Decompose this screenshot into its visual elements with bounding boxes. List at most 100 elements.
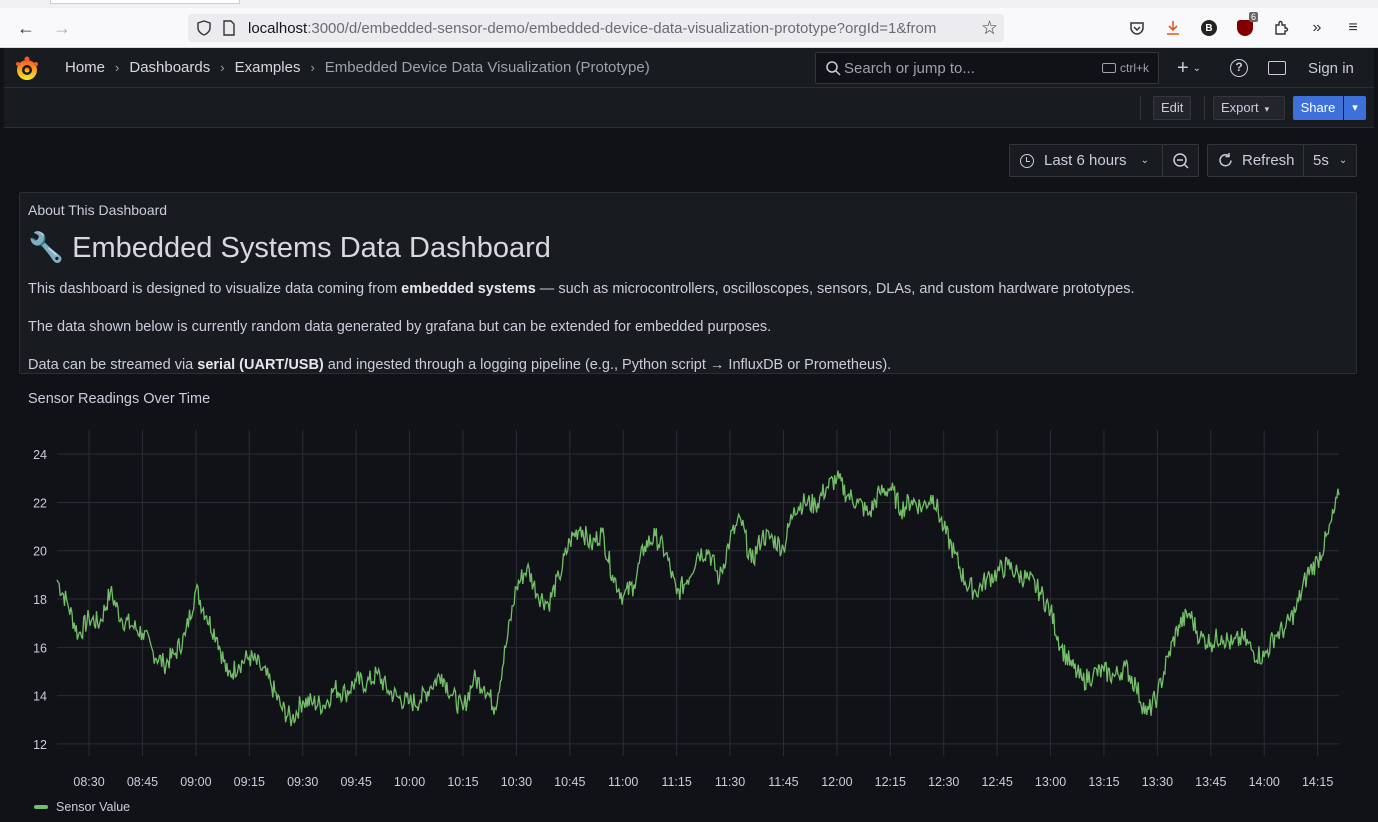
chevron-down-icon: ⌄ xyxy=(1140,155,1149,166)
page-icon xyxy=(223,20,235,36)
x-tick-label: 09:45 xyxy=(340,775,371,789)
breadcrumb: Home › Dashboards › Examples › Embedded … xyxy=(65,59,650,76)
x-tick-label: 12:15 xyxy=(875,775,906,789)
overflow-chevrons-icon[interactable]: » xyxy=(1306,17,1328,39)
y-tick-label: 20 xyxy=(33,545,47,559)
browser-tab-strip xyxy=(0,0,1378,8)
x-tick-label: 10:15 xyxy=(447,775,478,789)
dashboard-toolbar: Edit Export ▾ Share ▾ xyxy=(4,88,1374,128)
time-range-picker[interactable]: Last 6 hours ⌄ xyxy=(1009,144,1163,177)
pocket-icon[interactable] xyxy=(1126,17,1148,39)
y-tick-label: 12 xyxy=(33,738,47,752)
chevron-right-icon: › xyxy=(310,60,315,75)
chevron-down-icon: ⌄ xyxy=(1192,62,1202,74)
zoom-out-button[interactable] xyxy=(1162,144,1199,177)
x-tick-label: 11:45 xyxy=(768,775,798,789)
legend-label[interactable]: Sensor Value xyxy=(56,800,130,814)
x-tick-label: 11:15 xyxy=(661,775,691,789)
share-button[interactable]: Share xyxy=(1293,96,1343,120)
shield-icon[interactable] xyxy=(196,20,212,36)
help-icon[interactable]: ? xyxy=(1230,59,1248,77)
extension-b-icon[interactable]: B xyxy=(1198,17,1220,39)
browser-extension-icons: B 6 » ≡ xyxy=(1126,12,1364,39)
scrollbar[interactable] xyxy=(1368,128,1374,816)
search-icon xyxy=(826,61,841,76)
chevron-down-icon: ▾ xyxy=(1264,104,1270,114)
breadcrumb-examples[interactable]: Examples xyxy=(235,59,301,76)
chevron-right-icon: › xyxy=(115,60,120,75)
export-button[interactable]: Export ▾ xyxy=(1213,96,1285,120)
y-tick-label: 14 xyxy=(33,690,47,704)
y-tick-label: 22 xyxy=(33,496,47,510)
keyboard-shortcut-hint: ctrl+k xyxy=(1101,61,1149,75)
time-range-label: Last 6 hours xyxy=(1044,152,1127,169)
y-tick-label: 24 xyxy=(33,448,47,462)
x-tick-label: 08:45 xyxy=(127,775,158,789)
x-tick-label: 12:45 xyxy=(981,775,1012,789)
x-tick-label: 13:00 xyxy=(1035,775,1066,789)
x-tick-label: 13:15 xyxy=(1088,775,1119,789)
x-tick-label: 10:45 xyxy=(554,775,585,789)
about-paragraph-3: Data can be streamed via serial (UART/US… xyxy=(28,357,892,373)
x-tick-label: 13:45 xyxy=(1195,775,1226,789)
zoom-out-icon xyxy=(1172,152,1189,169)
breadcrumb-dashboards[interactable]: Dashboards xyxy=(129,59,210,76)
browser-active-tab[interactable] xyxy=(50,0,240,4)
address-bar[interactable]: localhost:3000/d/embedded-sensor-demo/em… xyxy=(188,14,1004,42)
browser-toolbar: ← → localhost:3000/d/embedded-sensor-dem… xyxy=(0,8,1378,48)
refresh-label: Refresh xyxy=(1242,152,1295,169)
x-tick-label: 12:30 xyxy=(928,775,959,789)
refresh-button[interactable]: Refresh xyxy=(1207,144,1304,177)
grafana-top-nav: Home › Dashboards › Examples › Embedded … xyxy=(4,48,1374,88)
x-tick-label: 10:00 xyxy=(394,775,425,789)
hamburger-menu-icon[interactable]: ≡ xyxy=(1342,17,1364,39)
x-tick-label: 08:30 xyxy=(73,775,104,789)
legend-swatch xyxy=(34,805,48,809)
url-text[interactable]: localhost:3000/d/embedded-sensor-demo/em… xyxy=(248,20,968,37)
about-paragraph-1: This dashboard is designed to visualize … xyxy=(28,281,1135,297)
panel-title[interactable]: About This Dashboard xyxy=(28,202,167,218)
breadcrumb-current: Embedded Device Data Visualization (Prot… xyxy=(324,59,650,76)
back-icon[interactable]: ← xyxy=(16,18,36,38)
clock-icon xyxy=(1020,153,1034,168)
keyboard-icon xyxy=(1101,63,1116,73)
edit-button[interactable]: Edit xyxy=(1153,96,1192,120)
x-tick-label: 14:15 xyxy=(1302,775,1333,789)
ublock-icon[interactable]: 6 xyxy=(1234,12,1258,39)
search-input[interactable] xyxy=(844,58,1084,78)
sign-in-link[interactable]: Sign in xyxy=(1308,60,1354,77)
refresh-interval-picker[interactable]: 5s ⌄ xyxy=(1303,144,1357,177)
x-tick-label: 10:30 xyxy=(501,775,532,789)
forward-icon[interactable]: → xyxy=(52,18,72,38)
y-tick-label: 16 xyxy=(33,641,47,655)
chart-legend: Sensor Value xyxy=(34,800,130,814)
toolbar-divider xyxy=(1204,96,1205,120)
toolbar-divider xyxy=(1140,96,1141,120)
search-bar[interactable]: ctrl+k xyxy=(815,52,1159,84)
about-heading: 🔧 Embedded Systems Data Dashboard xyxy=(28,232,551,264)
chevron-right-icon: › xyxy=(220,60,225,75)
x-tick-label: 11:00 xyxy=(608,775,638,789)
x-tick-label: 09:30 xyxy=(287,775,318,789)
x-tick-label: 12:00 xyxy=(821,775,852,789)
extensions-puzzle-icon[interactable] xyxy=(1270,17,1292,39)
x-tick-label: 13:30 xyxy=(1142,775,1173,789)
x-tick-label: 09:00 xyxy=(180,775,211,789)
bookmark-star-icon[interactable]: ☆ xyxy=(981,17,998,40)
new-button[interactable]: + ⌄ xyxy=(1172,56,1206,80)
x-tick-label: 14:00 xyxy=(1249,775,1280,789)
download-icon[interactable] xyxy=(1162,17,1184,39)
refresh-icon xyxy=(1219,153,1232,167)
sensor-readings-panel: Sensor Readings Over Time 12 14 16 18 20 22 24… xyxy=(19,382,1359,822)
x-tick-label: 11:30 xyxy=(715,775,745,789)
x-tick-label: 09:15 xyxy=(234,775,265,789)
timeseries-chart[interactable]: 12 14 16 18 20 22 24 08:30 08:45 09:00 09:15 09:30 0… xyxy=(19,382,1359,792)
refresh-interval-value: 5s xyxy=(1313,152,1329,169)
about-panel: About This Dashboard 🔧 Embedded Systems … xyxy=(19,192,1357,374)
kiosk-mode-icon[interactable] xyxy=(1268,61,1286,75)
share-dropdown-chevron-icon[interactable]: ▾ xyxy=(1344,96,1366,120)
grafana-logo-icon[interactable] xyxy=(14,56,40,82)
y-tick-label: 18 xyxy=(33,593,47,607)
breadcrumb-home[interactable]: Home xyxy=(65,59,105,76)
plus-icon: + xyxy=(1176,56,1189,79)
